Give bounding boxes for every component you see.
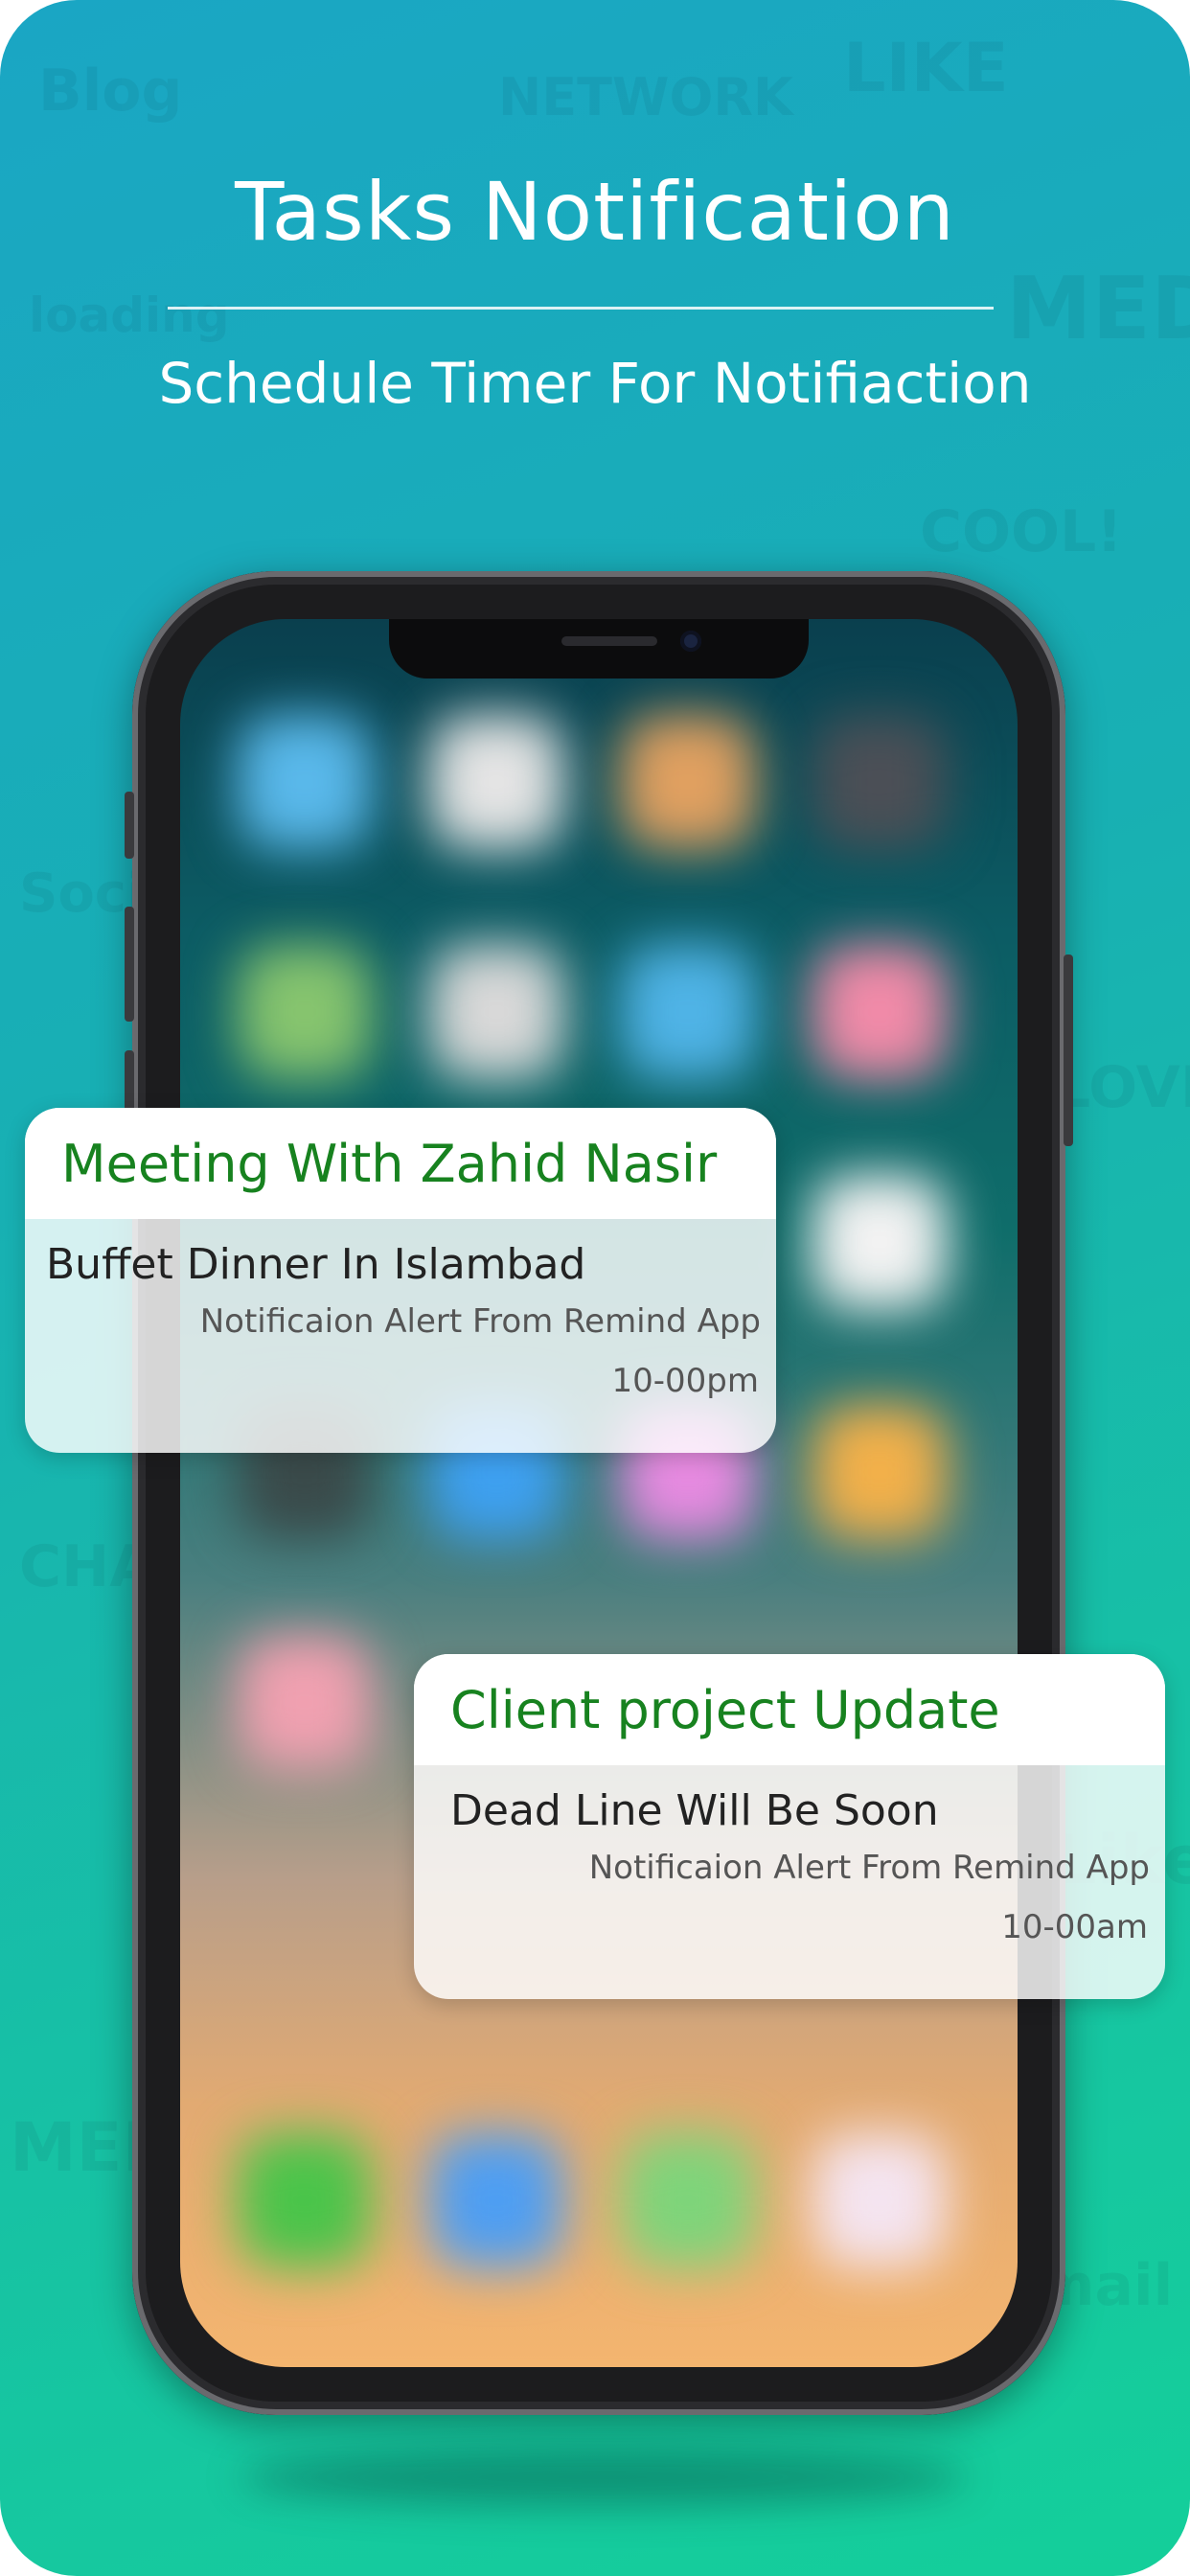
notification-title: Meeting With Zahid Nasir [25,1108,776,1219]
phone-screen [180,619,1018,2367]
notification-card[interactable]: Client project Update Dead Line Will Be … [414,1654,1165,1999]
blurred-app-icon [621,945,755,1079]
blurred-app-icon [812,715,947,849]
phone-notch [389,619,809,678]
notification-time: 10-00pm [611,1362,760,1400]
phone-volume-button [125,792,134,859]
title-divider [168,307,994,310]
blurred-dock-icon [621,2133,755,2267]
notification-source: Notificaion Alert From Remind App [588,1849,1150,1887]
blurred-dock-icon [812,2133,947,2267]
notification-time: 10-00am [1001,1908,1148,1946]
page-title: Tasks Notification [235,165,955,259]
notification-message: Buffet Dinner In Islambad [46,1240,586,1289]
notification-message: Dead Line Will Be Soon [450,1786,939,1835]
blurred-app-icon [812,1175,947,1309]
notification-source: Notificaion Alert From Remind App [199,1302,761,1341]
blurred-app-icon [621,715,755,849]
blurred-app-icon [812,945,947,1079]
blurred-app-icon [429,945,563,1079]
notification-title: Client project Update [414,1654,1165,1765]
app-store-screenshot: Blog NETWORK LIKE MEDIA loading COOL! So… [0,0,1190,2576]
blurred-dock-icon [238,2133,372,2267]
blurred-app-icon [238,715,372,849]
camera-icon [680,631,701,652]
phone-mockup [125,571,1073,2415]
phone-volume-button [125,907,134,1022]
phone-shadow [240,2449,968,2506]
blurred-app-icon [429,715,563,849]
blurred-app-icon [812,1405,947,1539]
speaker-grille [561,636,657,646]
phone-power-button [1064,954,1073,1146]
blurred-app-icon [238,945,372,1079]
notification-card[interactable]: Meeting With Zahid Nasir Buffet Dinner I… [25,1108,776,1453]
blurred-dock-icon [429,2133,563,2267]
blurred-app-icon [238,1635,372,1769]
page-subtitle: Schedule Timer For Notifiaction [158,351,1032,416]
